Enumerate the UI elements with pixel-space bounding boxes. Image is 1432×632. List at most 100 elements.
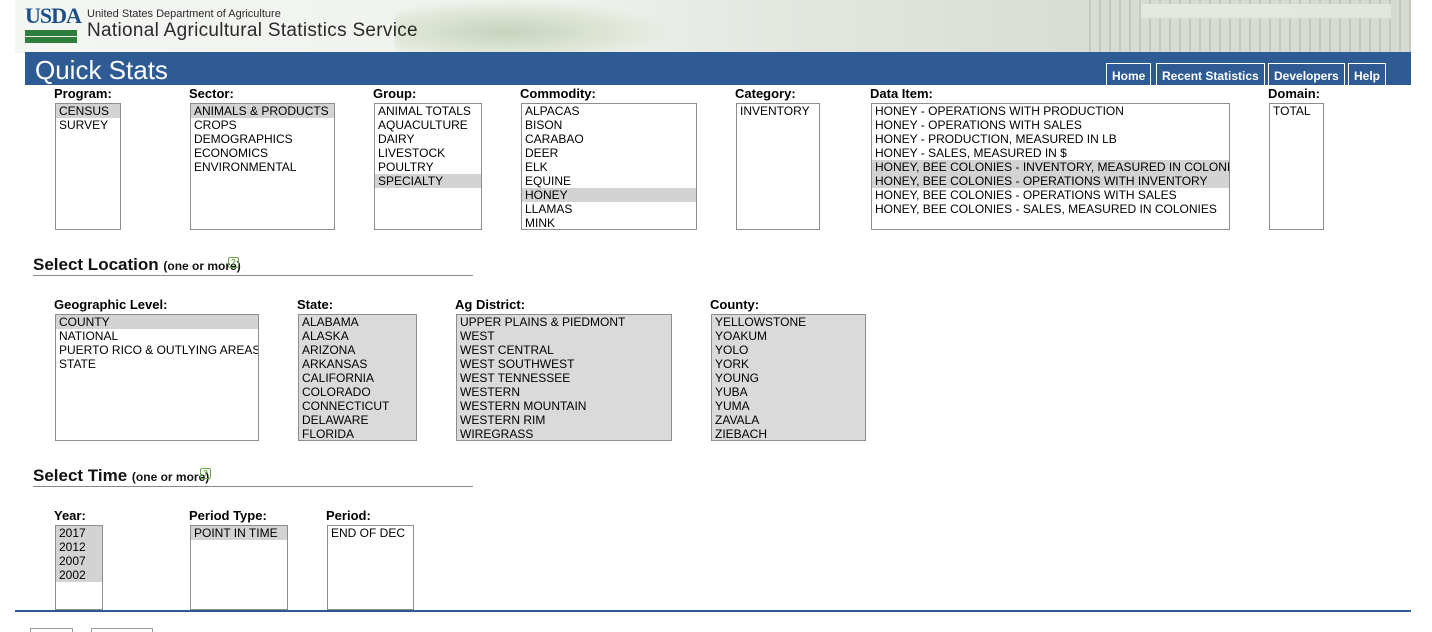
listbox-option[interactable]: HONEY, BEE COLONIES - OPERATIONS WITH SA…: [872, 188, 1229, 202]
listbox-option[interactable]: ZAVALA: [712, 413, 865, 427]
listbox-option[interactable]: CONNECTICUT: [299, 399, 416, 413]
county-listbox[interactable]: YELLOWSTONE YOAKUM YOLO YORK YOUNG YUBA YUMA ZA…: [711, 314, 866, 441]
nav-home-button[interactable]: Home: [1106, 63, 1152, 85]
listbox-option[interactable]: WEST CENTRAL: [457, 343, 671, 357]
listbox-option[interactable]: COLORADO: [299, 385, 416, 399]
listbox-option[interactable]: HONEY - OPERATIONS WITH SALES: [872, 118, 1229, 132]
listbox-option[interactable]: 2007: [56, 554, 102, 568]
listbox-option[interactable]: ALABAMA: [299, 315, 416, 329]
listbox-option[interactable]: SPECIALTY: [375, 174, 481, 188]
listbox-option[interactable]: UPPER PLAINS & PIEDMONT: [457, 315, 671, 329]
period-listbox[interactable]: END OF DEC: [327, 525, 414, 610]
nav-developers-button[interactable]: Developers: [1268, 63, 1345, 85]
listbox-option[interactable]: WESTERN: [457, 385, 671, 399]
listbox-option[interactable]: HONEY - SALES, MEASURED IN $: [872, 146, 1229, 160]
listbox-option[interactable]: PUERTO RICO & OUTLYING AREAS: [56, 343, 258, 357]
listbox-option[interactable]: ELK: [522, 160, 696, 174]
listbox-option[interactable]: 2002: [56, 568, 102, 582]
listbox-option[interactable]: WESTERN RIM: [457, 413, 671, 427]
state-listbox[interactable]: ALABAMA ALASKA ARIZONA ARKANSAS CALIFORNIA CO…: [298, 314, 417, 441]
page: USDA United States Department of Agricul…: [0, 0, 1432, 632]
listbox-option[interactable]: ANIMALS & PRODUCTS: [191, 104, 334, 118]
usda-logo[interactable]: USDA: [25, 5, 82, 43]
commodity-listbox[interactable]: ALPACAS BISON CARABAO DEER ELK EQUINE HONEY LLA…: [521, 103, 697, 230]
listbox-option[interactable]: CARABAO: [522, 132, 696, 146]
listbox-option[interactable]: WEST: [457, 329, 671, 343]
listbox-option[interactable]: END OF DEC: [328, 526, 413, 540]
listbox-option[interactable]: EQUINE: [522, 174, 696, 188]
banner-building-image: [1081, 0, 1411, 53]
listbox-option[interactable]: ECONOMICS: [191, 146, 334, 160]
listbox-option[interactable]: WESTERN MOUNTAIN: [457, 399, 671, 413]
program-listbox[interactable]: CENSUS SURVEY: [55, 103, 121, 230]
listbox-option[interactable]: 2017: [56, 526, 102, 540]
listbox-option[interactable]: BISON: [522, 118, 696, 132]
listbox-option[interactable]: ZIEBACH: [712, 427, 865, 440]
listbox-option[interactable]: HONEY: [522, 188, 696, 202]
listbox-option[interactable]: YUBA: [712, 385, 865, 399]
listbox-option[interactable]: INVENTORY: [737, 104, 819, 118]
listbox-option[interactable]: SURVEY: [56, 118, 120, 132]
header-banner: USDA United States Department of Agricul…: [15, 0, 1411, 53]
listbox-option[interactable]: ALASKA: [299, 329, 416, 343]
time-help-icon[interactable]: ?: [200, 468, 211, 479]
domain-label: Domain:: [1268, 86, 1320, 101]
listbox-option[interactable]: CROPS: [191, 118, 334, 132]
domain-listbox[interactable]: TOTAL: [1269, 103, 1324, 230]
listbox-option[interactable]: YOAKUM: [712, 329, 865, 343]
category-listbox[interactable]: INVENTORY: [736, 103, 820, 230]
year-label: Year:: [54, 508, 86, 523]
listbox-option[interactable]: ARIZONA: [299, 343, 416, 357]
listbox-option[interactable]: POINT IN TIME: [191, 526, 287, 540]
listbox-option[interactable]: DEMOGRAPHICS: [191, 132, 334, 146]
listbox-option[interactable]: FLORIDA: [299, 427, 416, 440]
agency-name[interactable]: National Agricultural Statistics Service: [87, 20, 418, 42]
listbox-option[interactable]: YUMA: [712, 399, 865, 413]
listbox-option[interactable]: CENSUS: [56, 104, 120, 118]
listbox-option[interactable]: YELLOWSTONE: [712, 315, 865, 329]
location-help-icon[interactable]: ?: [228, 257, 239, 268]
listbox-option[interactable]: HONEY - PRODUCTION, MEASURED IN LB: [872, 132, 1229, 146]
listbox-option[interactable]: POULTRY: [375, 160, 481, 174]
sector-listbox[interactable]: ANIMALS & PRODUCTS CROPS DEMOGRAPHICS ECONO…: [190, 103, 335, 230]
listbox-option[interactable]: LLAMAS: [522, 202, 696, 216]
listbox-option[interactable]: WIREGRASS: [457, 427, 671, 440]
listbox-option[interactable]: AQUACULTURE: [375, 118, 481, 132]
listbox-option[interactable]: 2012: [56, 540, 102, 554]
data-item-listbox[interactable]: HONEY - OPERATIONS WITH PRODUCTION HONEY …: [871, 103, 1230, 230]
listbox-option[interactable]: HONEY, BEE COLONIES - INVENTORY, MEASURE…: [872, 160, 1229, 174]
listbox-option[interactable]: HONEY, BEE COLONIES - OPERATIONS WITH IN…: [872, 174, 1229, 188]
listbox-option[interactable]: HONEY - OPERATIONS WITH PRODUCTION: [872, 104, 1229, 118]
nav-help-button[interactable]: Help: [1348, 63, 1387, 85]
bottom-button[interactable]: [30, 628, 73, 632]
group-label: Group:: [373, 86, 417, 101]
listbox-option[interactable]: TOTAL: [1270, 104, 1323, 118]
group-listbox[interactable]: ANIMAL TOTALS AQUACULTURE DAIRY LIVESTOCK PO…: [374, 103, 482, 230]
listbox-option[interactable]: CALIFORNIA: [299, 371, 416, 385]
select-time-title: Select Time: [33, 466, 128, 485]
listbox-option[interactable]: COUNTY: [56, 315, 258, 329]
listbox-option[interactable]: WEST TENNESSEE: [457, 371, 671, 385]
bottom-button[interactable]: [91, 628, 153, 632]
year-listbox[interactable]: 2017 2012 2007 2002: [55, 525, 103, 610]
listbox-option[interactable]: MINK: [522, 216, 696, 229]
ag-district-listbox[interactable]: UPPER PLAINS & PIEDMONT WEST WEST CENTRAL W…: [456, 314, 672, 441]
listbox-option[interactable]: YOUNG: [712, 371, 865, 385]
geo-level-listbox[interactable]: COUNTY NATIONAL PUERTO RICO & OUTLYING ARE…: [55, 314, 259, 441]
listbox-option[interactable]: ENVIRONMENTAL: [191, 160, 334, 174]
listbox-option[interactable]: LIVESTOCK: [375, 146, 481, 160]
listbox-option[interactable]: DELAWARE: [299, 413, 416, 427]
listbox-option[interactable]: YOLO: [712, 343, 865, 357]
listbox-option[interactable]: DEER: [522, 146, 696, 160]
listbox-option[interactable]: STATE: [56, 357, 258, 371]
listbox-option[interactable]: YORK: [712, 357, 865, 371]
listbox-option[interactable]: WEST SOUTHWEST: [457, 357, 671, 371]
period-type-listbox[interactable]: POINT IN TIME: [190, 525, 288, 610]
listbox-option[interactable]: DAIRY: [375, 132, 481, 146]
listbox-option[interactable]: ANIMAL TOTALS: [375, 104, 481, 118]
listbox-option[interactable]: ALPACAS: [522, 104, 696, 118]
listbox-option[interactable]: ARKANSAS: [299, 357, 416, 371]
nav-recent-statistics-button[interactable]: Recent Statistics: [1156, 63, 1265, 85]
listbox-option[interactable]: HONEY, BEE COLONIES - SALES, MEASURED IN…: [872, 202, 1229, 216]
listbox-option[interactable]: NATIONAL: [56, 329, 258, 343]
